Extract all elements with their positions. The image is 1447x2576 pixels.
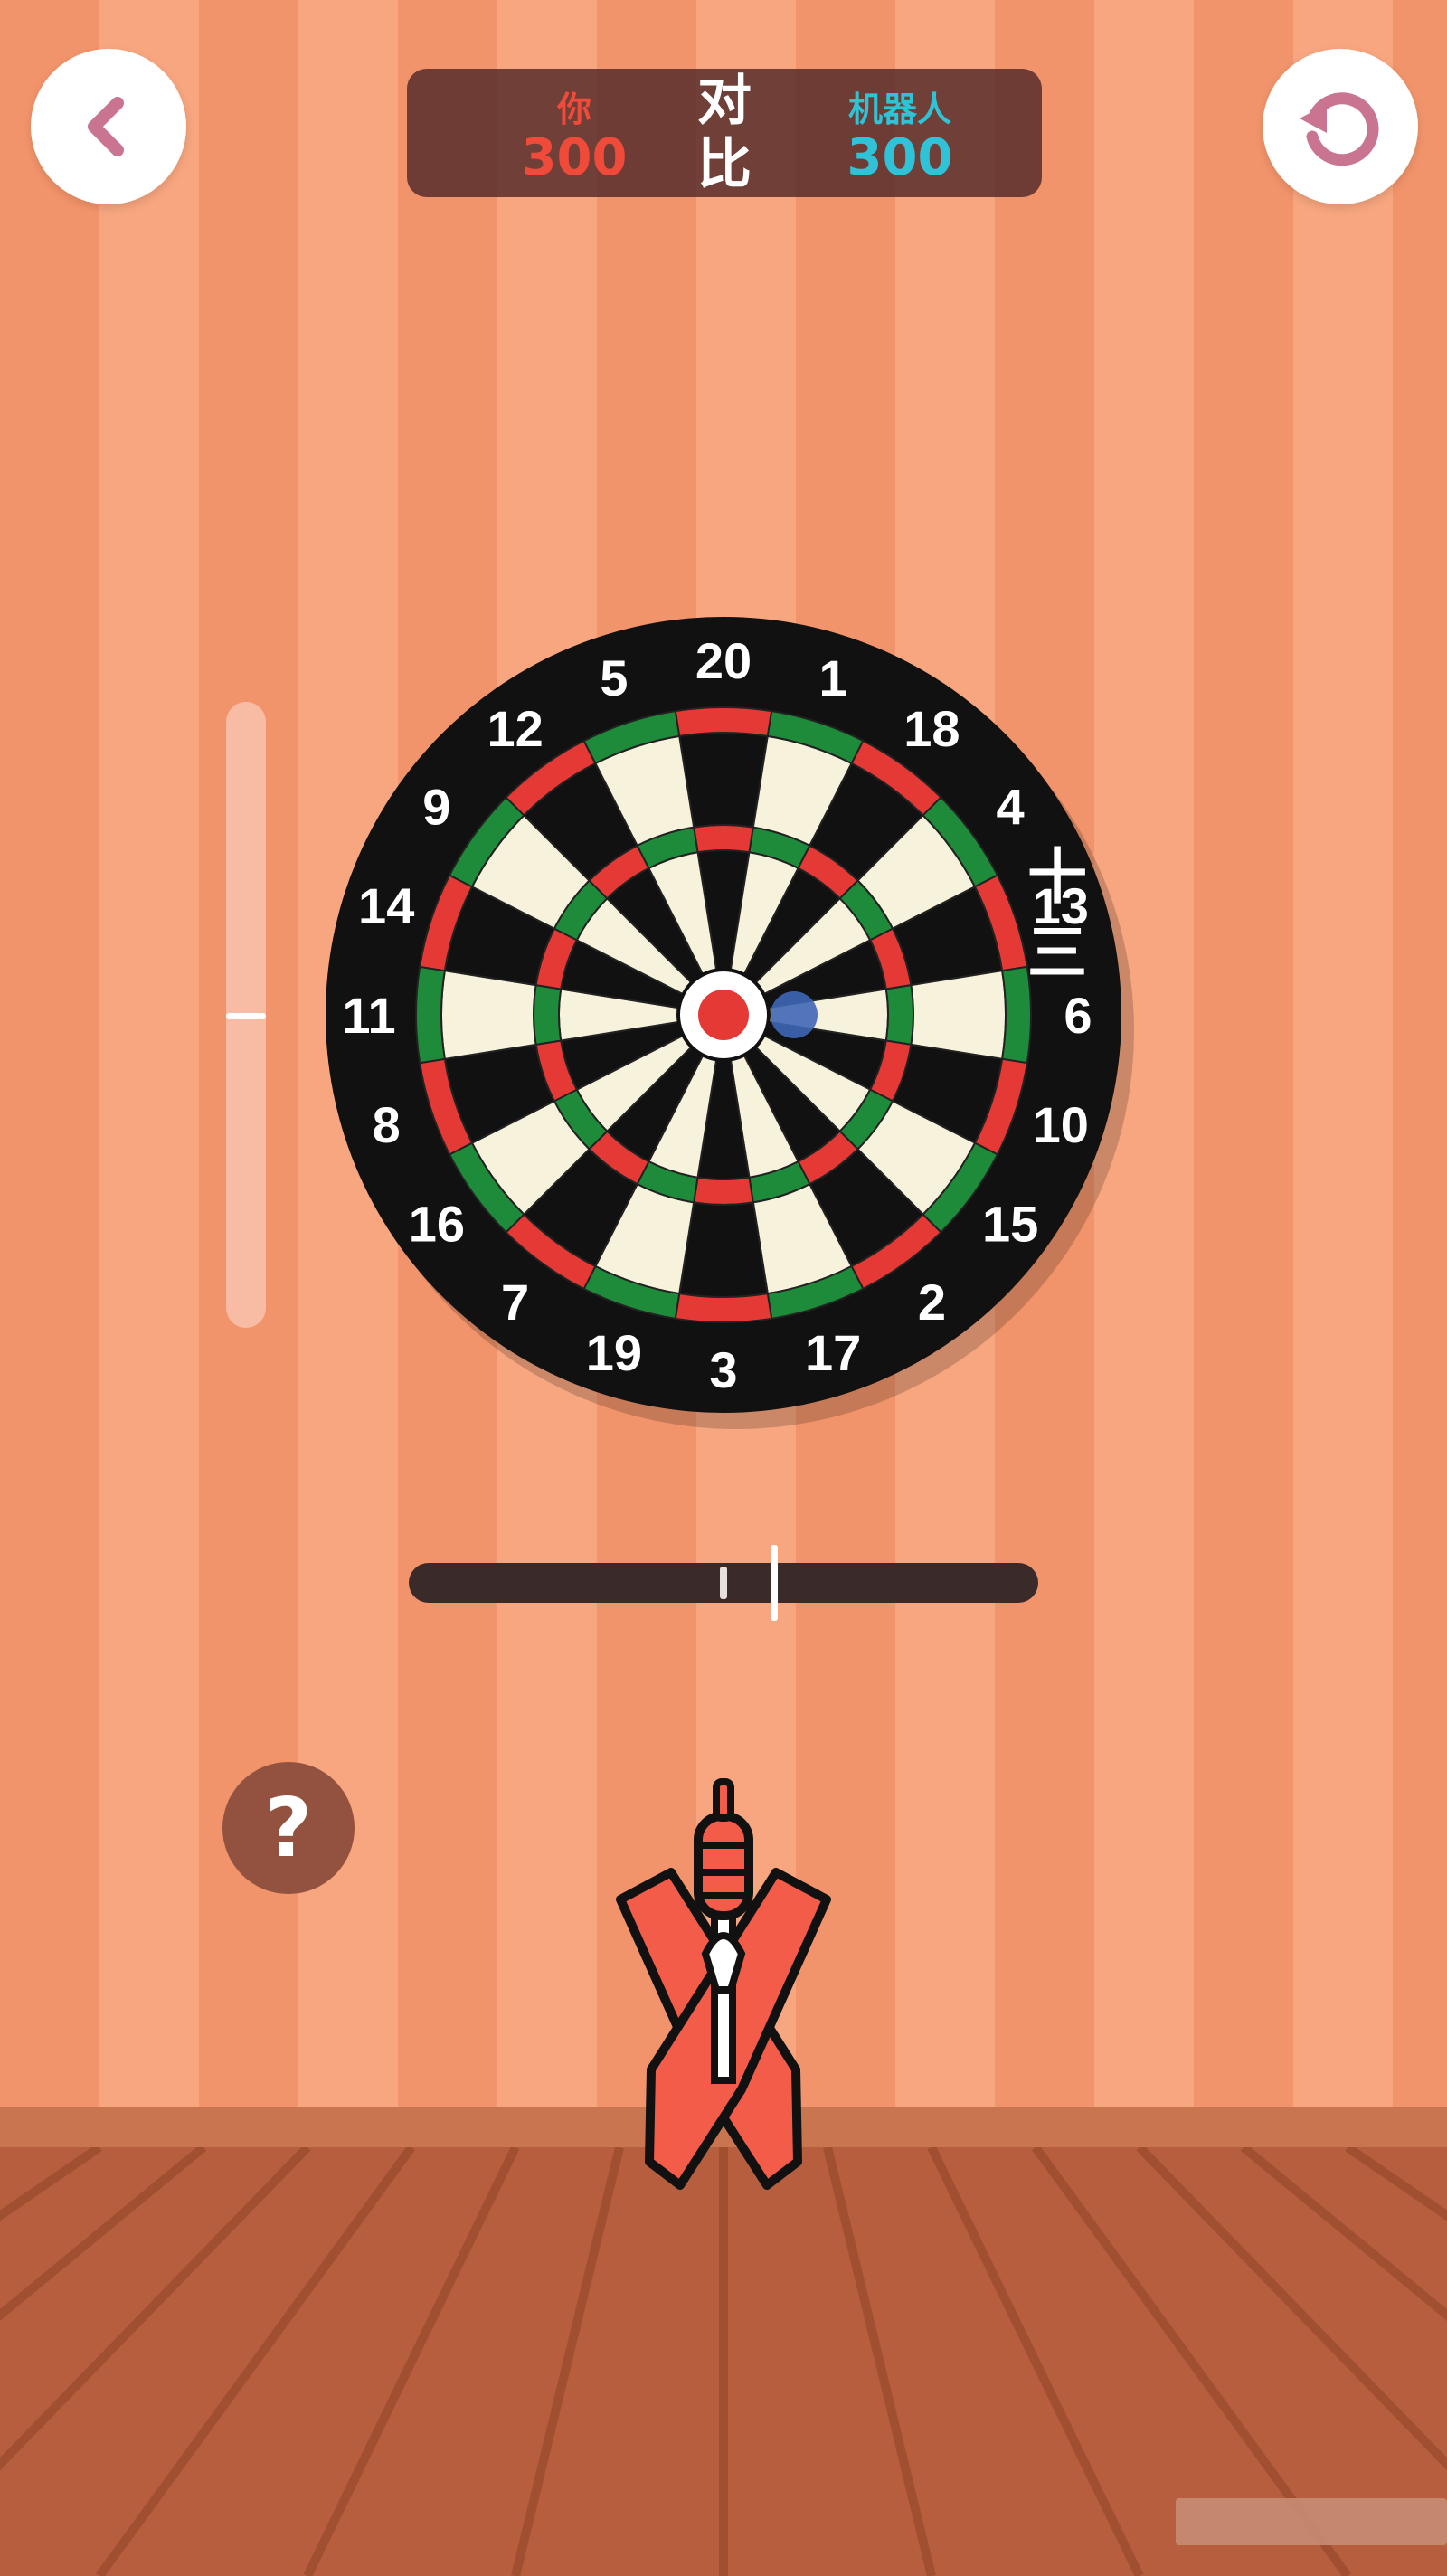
watermark-blur (1176, 2498, 1447, 2545)
side-text-1: 十 (1027, 842, 1087, 912)
triple-ring-segment[interactable] (693, 1176, 754, 1207)
player-score: 300 (521, 128, 628, 187)
horizontal-aim-slider[interactable] (409, 1545, 1038, 1621)
double-ring-segment[interactable] (674, 706, 773, 737)
vs-label: 对 比 (688, 69, 761, 197)
robot-score: 300 (846, 128, 953, 187)
question-icon: ? (264, 1780, 313, 1876)
triple-ring-segment[interactable] (532, 984, 563, 1046)
floor-plank-line (0, 2147, 311, 2471)
board-number: 16 (409, 1195, 465, 1252)
board-number: 5 (600, 649, 628, 706)
board-number: 14 (358, 877, 414, 934)
board-number: 1 (819, 649, 847, 706)
outer-single-segment[interactable] (440, 970, 537, 1060)
board-number: 2 (918, 1274, 946, 1331)
dartboard[interactable]: 20 11841361015217319716811149125 (271, 563, 1176, 1467)
floor-plank-line (927, 2147, 1144, 2576)
double-ring-segment[interactable] (415, 965, 446, 1065)
bullseye[interactable] (698, 990, 749, 1040)
board-number: 18 (903, 700, 960, 757)
horizontal-center-mark (720, 1567, 727, 1599)
board-number: 9 (422, 779, 450, 836)
board-number: 4 (997, 779, 1025, 836)
board-number: 11 (342, 987, 395, 1044)
board-number: 12 (487, 700, 543, 757)
outer-single-segment[interactable] (678, 1201, 769, 1298)
vertical-aim-indicator[interactable] (226, 1013, 266, 1019)
player-label: 你 (556, 90, 591, 129)
floor-plank-line (0, 2147, 102, 2221)
board-number: 20 (695, 632, 752, 689)
restart-icon (1300, 92, 1379, 166)
help-button[interactable]: ? (222, 1762, 355, 1894)
board-number: 7 (501, 1274, 529, 1331)
floor-plank-line (823, 2147, 936, 2576)
outer-single-segment[interactable] (910, 970, 1007, 1060)
board-number: 19 (586, 1324, 642, 1381)
chevron-left-icon (88, 97, 124, 156)
horizontal-aim-indicator[interactable] (771, 1545, 778, 1621)
restart-button[interactable] (1263, 49, 1418, 204)
outer-single-segment[interactable] (678, 732, 769, 829)
triple-ring-segment[interactable] (884, 984, 915, 1046)
floor-plank-line (303, 2147, 520, 2576)
robot-score-panel: 机器人 300 (796, 81, 1004, 185)
side-text-2: 三 (1027, 918, 1087, 988)
floor-plank-line (511, 2147, 624, 2576)
player-score-panel: 你 300 (479, 81, 669, 185)
board-number: 8 (373, 1096, 401, 1153)
floor-plank-line (95, 2147, 416, 2576)
board-number: 15 (982, 1195, 1038, 1252)
scoreboard: 你 300 对 比 机器人 300 (407, 69, 1042, 197)
board-number: 6 (1064, 987, 1092, 1044)
aim-marker (771, 991, 818, 1038)
vs-top: 对 (697, 70, 752, 133)
triple-ring-segment[interactable] (693, 823, 754, 854)
double-ring-segment[interactable] (674, 1293, 773, 1323)
board-number: 17 (805, 1324, 861, 1381)
dart-icon[interactable] (570, 1773, 877, 2198)
board-number: 3 (709, 1341, 737, 1398)
board-number: 10 (1033, 1096, 1089, 1153)
robot-label: 机器人 (847, 90, 951, 129)
vertical-aim-slider[interactable] (226, 702, 266, 1328)
back-button[interactable] (31, 49, 186, 204)
vs-bottom: 比 (697, 133, 752, 196)
